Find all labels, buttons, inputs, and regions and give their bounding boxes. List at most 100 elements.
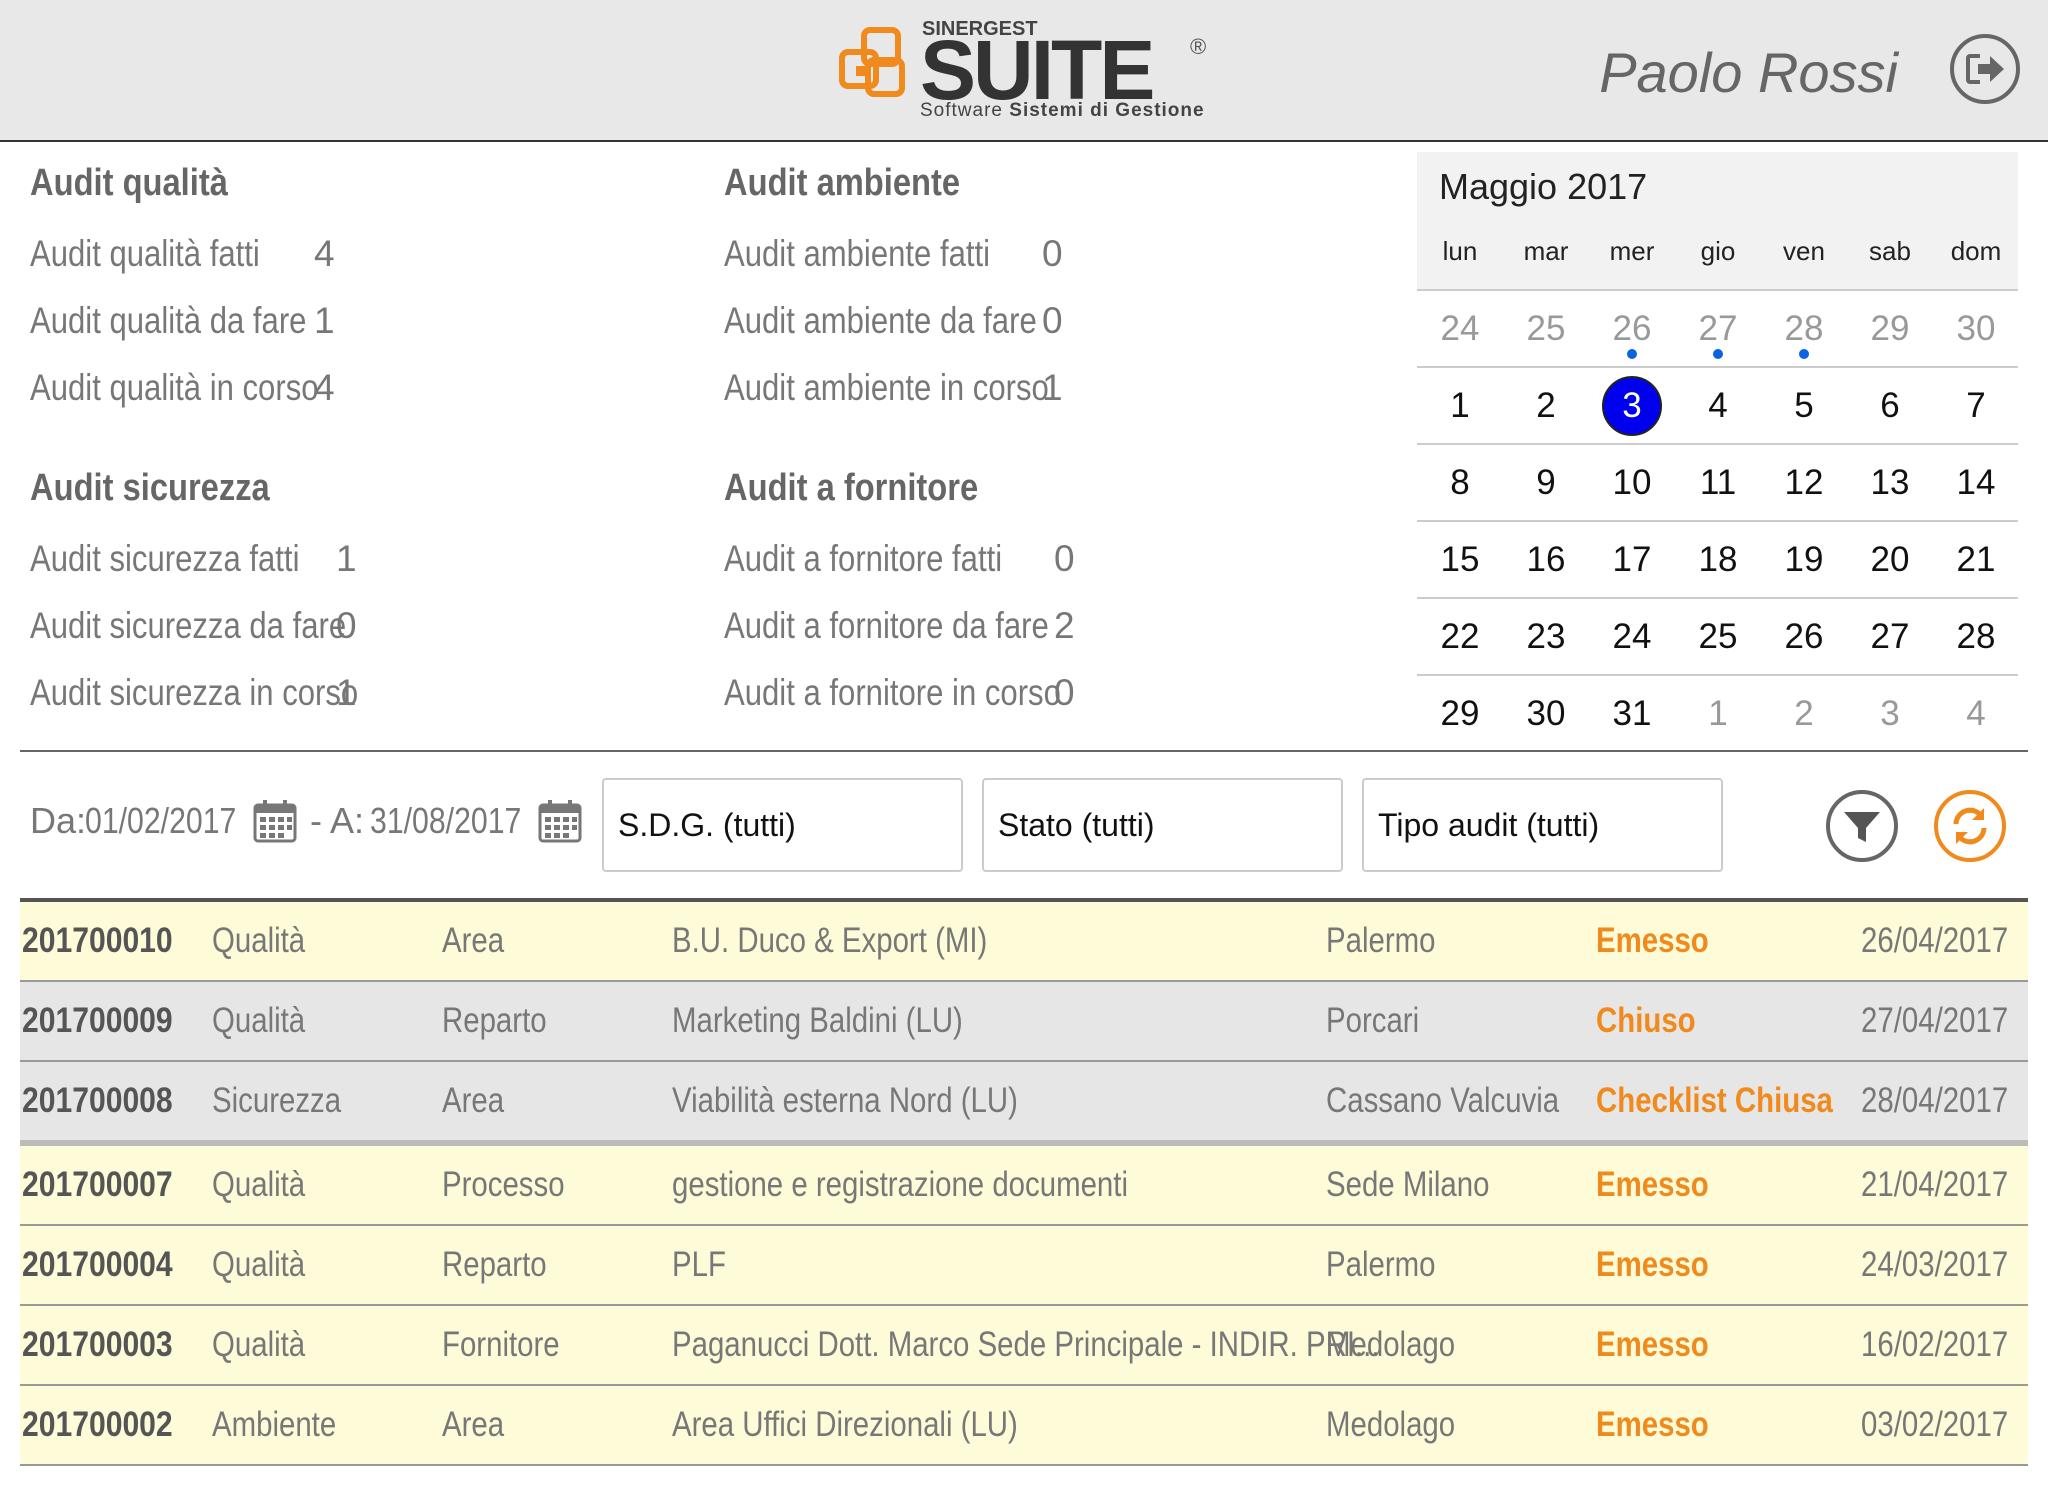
calendar-day-number: 12 [1784, 463, 1824, 502]
calendar-day[interactable]: 10 [1589, 445, 1675, 521]
stat-value: 1 [336, 538, 357, 579]
calendar-day[interactable]: 5 [1761, 368, 1847, 444]
refresh-button[interactable] [1934, 790, 2006, 862]
calendar-day[interactable]: 22 [1417, 599, 1503, 675]
calendar-day[interactable]: 31 [1589, 676, 1675, 752]
audit-data-cell: 03/02/2017 [1833, 1386, 2008, 1464]
weekday-label: dom [1950, 236, 2002, 266]
calendar-day-number: 28 [1956, 617, 1996, 656]
calendar-day-number: 21 [1956, 540, 1996, 579]
calendar-day-number: 20 [1870, 540, 1910, 579]
audit-id: 201700002 [22, 1405, 173, 1444]
calendar-day[interactable]: 1 [1675, 676, 1761, 752]
to-date-field[interactable]: 31/08/2017 [370, 800, 550, 842]
calendar-day[interactable]: 27 [1847, 599, 1933, 675]
calendar-day[interactable]: 25 [1503, 291, 1589, 367]
audit-data-cell: 16/02/2017 [1833, 1306, 2008, 1384]
calendar-day[interactable]: 29 [1417, 676, 1503, 752]
calendar-day-number: 1 [1450, 386, 1470, 425]
calendar-day-number: 13 [1870, 463, 1910, 502]
calendar-day[interactable]: 9 [1503, 445, 1589, 521]
calendar-day[interactable]: 1 [1417, 368, 1503, 444]
calendar-day[interactable]: 4 [1675, 368, 1761, 444]
calendar-day[interactable]: 26 [1761, 599, 1847, 675]
stato-select[interactable]: Stato (tutti) [982, 778, 1343, 872]
audit-id-cell: 201700009 [22, 982, 197, 1060]
stat-label: Audit a fornitore da fare [724, 605, 1049, 646]
event-dot [1713, 349, 1723, 359]
from-date-field[interactable]: 01/02/2017 [85, 800, 265, 842]
calendar-day[interactable]: 14 [1933, 445, 2019, 521]
logout-button[interactable] [1950, 34, 2020, 104]
audit-row[interactable]: 201700010 Qualità Area B.U. Duco & Export (… [20, 902, 2028, 982]
audit-sede: Medolago [1326, 1325, 1456, 1364]
calendar-day[interactable]: 7 [1933, 368, 2019, 444]
calendar-day-number: 29 [1440, 694, 1480, 733]
calendar-day[interactable]: 25 [1675, 599, 1761, 675]
from-date-value: 01/02/2017 [85, 800, 237, 841]
user-name: Paolo Rossi [1599, 41, 1898, 104]
stat-value: 0 [1042, 300, 1063, 341]
calendar-day[interactable]: 12 [1761, 445, 1847, 521]
calendar-day[interactable]: 18 [1675, 522, 1761, 598]
audit-data: 27/04/2017 [1860, 1001, 2008, 1040]
sdg-select[interactable]: S.D.G. (tutti) [602, 778, 963, 872]
calendar-day[interactable]: 28 [1933, 599, 2019, 675]
calendar-day[interactable]: 24 [1417, 291, 1503, 367]
calendar-day[interactable]: 19 [1761, 522, 1847, 598]
stat-label: Audit a fornitore in corso [724, 672, 1061, 713]
calendar-day-number: 24 [1612, 617, 1652, 656]
calendar-day[interactable]: 16 [1503, 522, 1589, 598]
calendar-day[interactable]: 30 [1933, 291, 2019, 367]
calendar-day[interactable]: 24 [1589, 599, 1675, 675]
calendar-day[interactable]: 13 [1847, 445, 1933, 521]
calendar-day[interactable]: 4 [1933, 676, 2019, 752]
calendar-day[interactable]: 15 [1417, 522, 1503, 598]
audit-row[interactable]: 201700009 Qualità Reparto Marketing Baldini… [20, 982, 2028, 1062]
audit-sede-cell: Sede Milano [1326, 1146, 1521, 1224]
audit-id: 201700007 [22, 1165, 173, 1204]
sinergest-suite-logo: SINERGEST SUITE ® Software Sistemi di Ge… [838, 18, 1218, 128]
calendar-day[interactable]: 21 [1933, 522, 2019, 598]
audit-row[interactable]: 201700007 Qualità Processo gestione e regis… [20, 1146, 2028, 1226]
stat-label: Audit ambiente in corso [724, 367, 1049, 408]
calendar-day[interactable]: 6 [1847, 368, 1933, 444]
calendar-day[interactable]: 8 [1417, 445, 1503, 521]
audit-tipo: Qualità [212, 1165, 306, 1204]
audit-row[interactable]: 201700004 Qualità Reparto PLF Palermo Emesso 2… [20, 1226, 2028, 1306]
calendar-day-number: 18 [1698, 540, 1738, 579]
calendar-day-number: 28 [1784, 309, 1824, 348]
calendar-day[interactable]: 20 [1847, 522, 1933, 598]
calendar-day-number: 11 [1699, 463, 1737, 502]
audit-sede: Sede Milano [1326, 1165, 1490, 1204]
calendar-day[interactable]: 30 [1503, 676, 1589, 752]
calendar-day[interactable]: 2 [1503, 368, 1589, 444]
calendar-day[interactable]: 2 [1761, 676, 1847, 752]
to-calendar-icon[interactable] [537, 798, 583, 844]
stats-sicurezza-title: Audit sicurezza [30, 467, 270, 509]
audit-data-cell: 28/04/2017 [1833, 1062, 2008, 1140]
calendar-day-number: 5 [1794, 386, 1814, 425]
section-divider [20, 750, 2028, 752]
audit-row[interactable]: 201700003 Qualità Fornitore Paganucci Dott.… [20, 1306, 2028, 1386]
calendar-day[interactable]: 29 [1847, 291, 1933, 367]
calendar-day[interactable]: 3 [1847, 676, 1933, 752]
month-calendar: Maggio 2017 lun mar mer gio ven sab dom … [1417, 152, 2018, 740]
stat-row: Audit ambiente fatti 0 [724, 220, 1144, 287]
calendar-day-number: 19 [1784, 540, 1824, 579]
calendar-day-number: 27 [1870, 617, 1910, 656]
stat-row: Audit sicurezza in corso 1 [30, 659, 450, 726]
audit-row[interactable]: 201700008 Sicurezza Area Viabilità esterna … [20, 1062, 2028, 1146]
audit-row[interactable]: 201700002 Ambiente Area Area Uffici Direzio… [20, 1386, 2028, 1466]
weekday-label: mer [1609, 236, 1655, 266]
logo-mark-icon [839, 27, 905, 97]
from-calendar-icon[interactable] [252, 798, 298, 844]
calendar-day[interactable]: 11 [1675, 445, 1761, 521]
filter-button[interactable] [1826, 790, 1898, 862]
tipo-audit-select[interactable]: Tipo audit (tutti) [1362, 778, 1723, 872]
stat-value: 4 [314, 367, 335, 408]
event-dot [1627, 349, 1637, 359]
calendar-day[interactable]: 17 [1589, 522, 1675, 598]
calendar-day[interactable]: 3 [1589, 368, 1675, 444]
calendar-day[interactable]: 23 [1503, 599, 1589, 675]
